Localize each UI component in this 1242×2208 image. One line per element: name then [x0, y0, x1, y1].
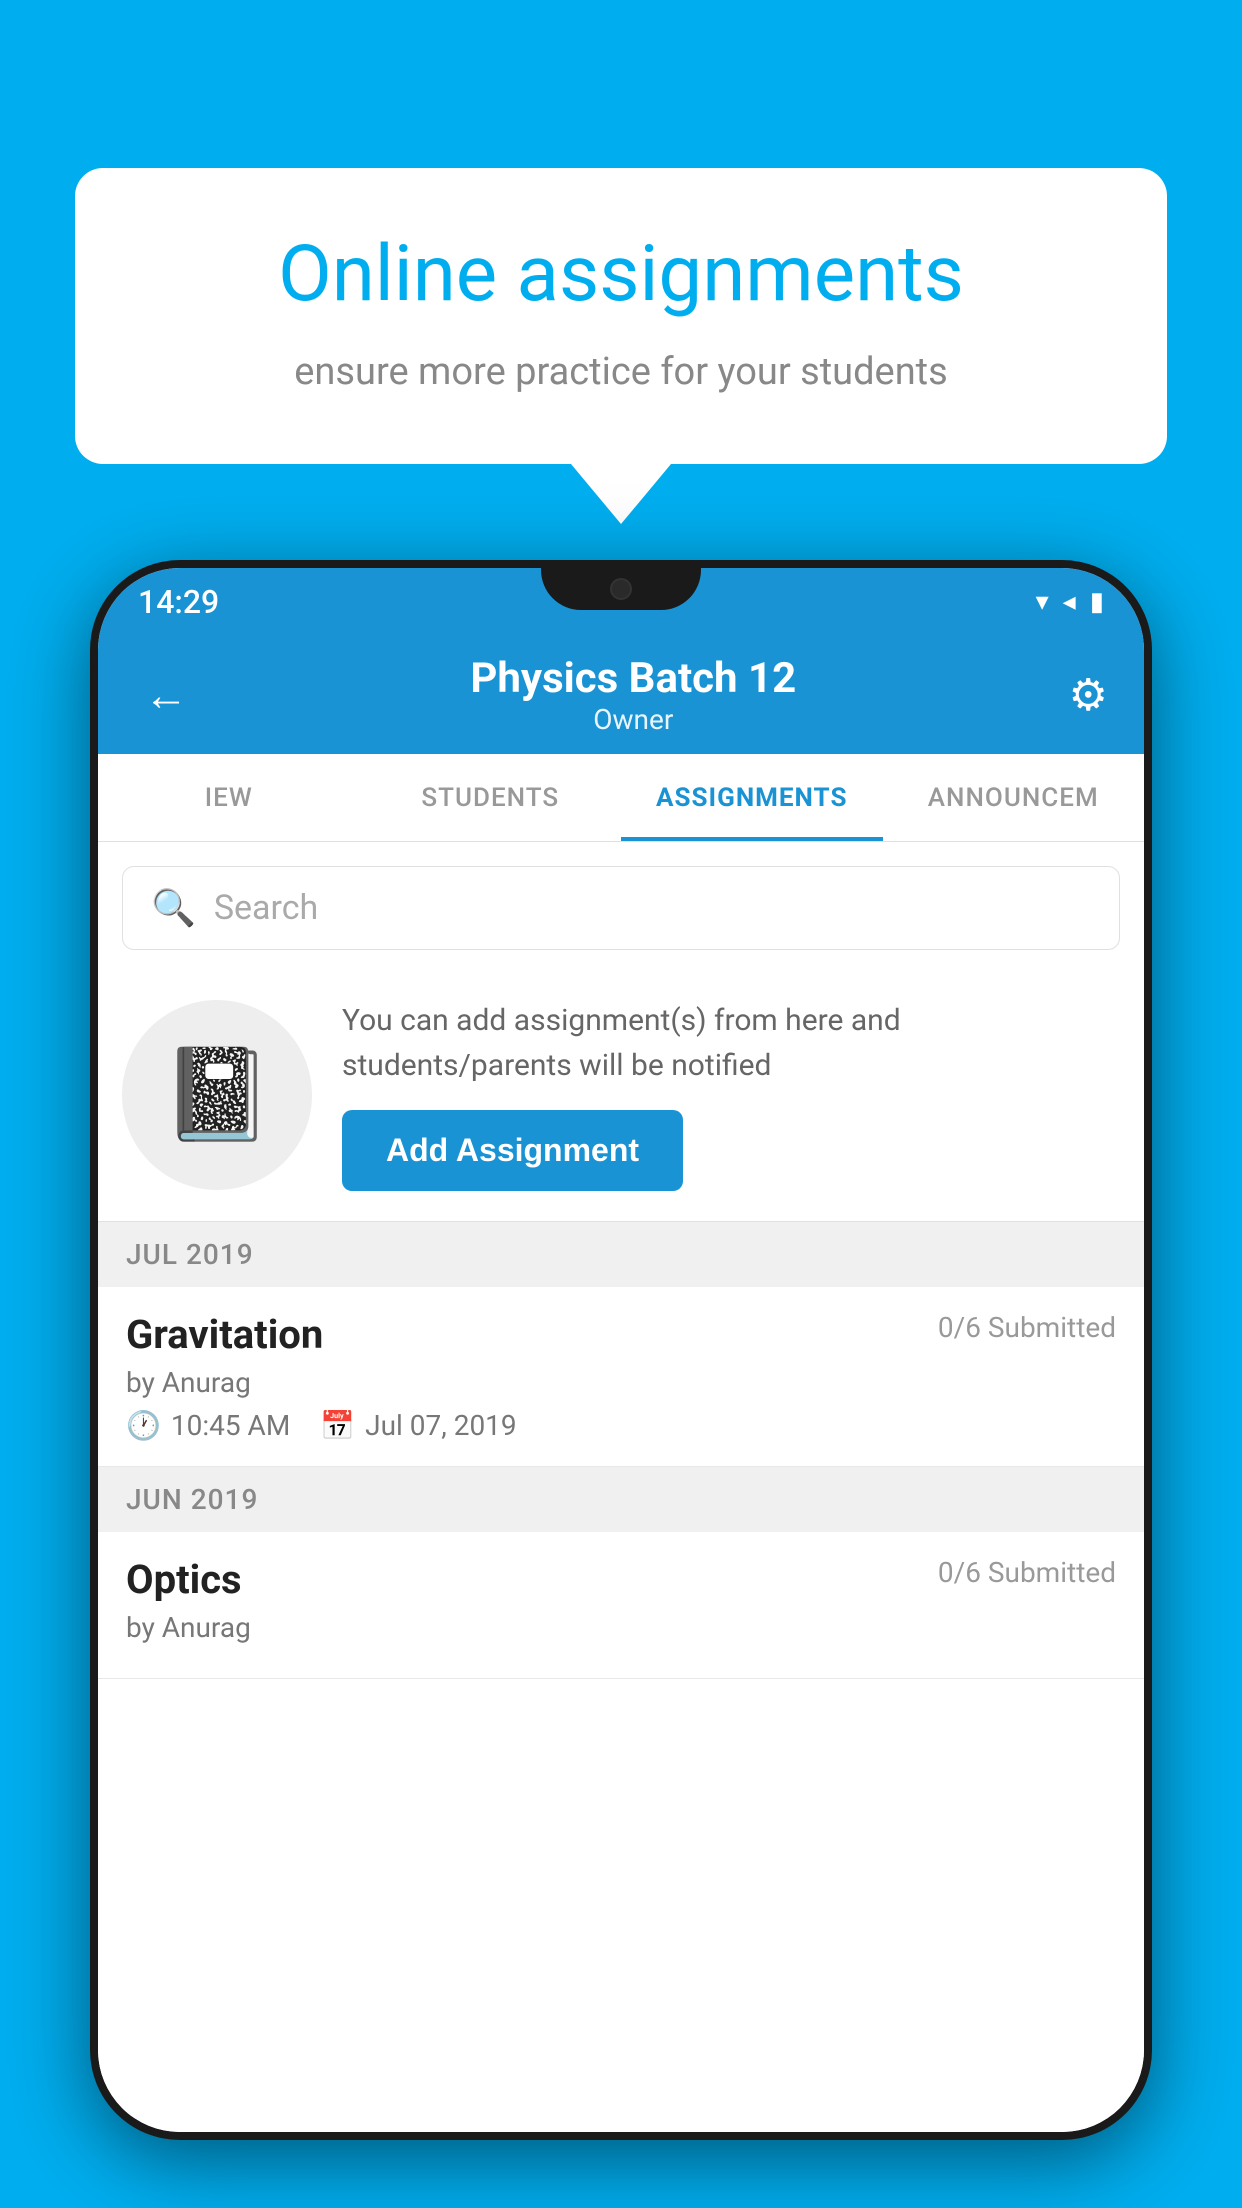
assignment-time: 🕐 10:45 AM — [126, 1409, 290, 1442]
assignment-submitted: 0/6 Submitted — [938, 1311, 1116, 1344]
status-bar: 14:29 ▾ ◂ ▮ — [98, 568, 1144, 636]
clock-icon: 🕐 — [126, 1409, 161, 1442]
search-bar[interactable]: 🔍 Search — [122, 866, 1120, 950]
tab-assignments[interactable]: ASSIGNMENTS — [621, 754, 883, 841]
assignment-top: Gravitation 0/6 Submitted — [126, 1311, 1116, 1358]
assignment-item-gravitation[interactable]: Gravitation 0/6 Submitted by Anurag 🕐 10… — [98, 1287, 1144, 1467]
promo-description: You can add assignment(s) from here and … — [342, 998, 1120, 1088]
app-header: ← Physics Batch 12 Owner ⚙ — [98, 636, 1144, 754]
assignment-by: by Anurag — [126, 1366, 1116, 1399]
status-time: 14:29 — [138, 583, 219, 621]
calendar-icon: 📅 — [320, 1409, 355, 1442]
settings-button[interactable]: ⚙ — [1069, 669, 1108, 721]
assignment-submitted-optics: 0/6 Submitted — [938, 1556, 1116, 1589]
tab-students[interactable]: STUDENTS — [360, 754, 622, 841]
search-icon: 🔍 — [151, 887, 196, 929]
assignment-name: Gravitation — [126, 1311, 323, 1358]
assignment-date: 📅 Jul 07, 2019 — [320, 1409, 516, 1442]
batch-title: Physics Batch 12 — [470, 654, 796, 703]
back-button[interactable]: ← — [134, 659, 198, 731]
battery-icon: ▮ — [1090, 587, 1104, 617]
header-center: Physics Batch 12 Owner — [470, 654, 796, 736]
batch-owner-label: Owner — [470, 703, 796, 736]
signal-icon: ◂ — [1063, 587, 1076, 617]
phone-device: 14:29 ▾ ◂ ▮ ← Physics Batch 12 Owner ⚙ — [90, 560, 1152, 2140]
assignment-top-optics: Optics 0/6 Submitted — [126, 1556, 1116, 1603]
assignment-meta: 🕐 10:45 AM 📅 Jul 07, 2019 — [126, 1409, 1116, 1442]
assignment-item-optics[interactable]: Optics 0/6 Submitted by Anurag — [98, 1532, 1144, 1679]
speech-bubble: Online assignments ensure more practice … — [75, 168, 1167, 464]
notebook-icon: 📓 — [161, 1042, 273, 1147]
search-placeholder: Search — [214, 888, 318, 928]
speech-bubble-subtitle: ensure more practice for your students — [155, 350, 1087, 394]
tab-announcements[interactable]: ANNOUNCEM — [883, 754, 1145, 841]
wifi-icon: ▾ — [1036, 587, 1049, 617]
section-header-jun: JUN 2019 — [98, 1467, 1144, 1532]
phone-container: 14:29 ▾ ◂ ▮ ← Physics Batch 12 Owner ⚙ — [90, 560, 1152, 2208]
tab-iew[interactable]: IEW — [98, 754, 360, 841]
section-header-jul: JUL 2019 — [98, 1222, 1144, 1287]
tabs-bar: IEW STUDENTS ASSIGNMENTS ANNOUNCEM — [98, 754, 1144, 842]
speech-bubble-title: Online assignments — [155, 228, 1087, 322]
promo-icon-circle: 📓 — [122, 1000, 312, 1190]
content-area: 🔍 Search 📓 You can add assignment(s) fro… — [98, 842, 1144, 2132]
promo-block: 📓 You can add assignment(s) from here an… — [98, 974, 1144, 1222]
promo-text-area: You can add assignment(s) from here and … — [342, 998, 1120, 1191]
assignment-name-optics: Optics — [126, 1556, 242, 1603]
speech-bubble-container: Online assignments ensure more practice … — [75, 168, 1167, 524]
phone-notch — [541, 568, 701, 610]
camera-icon — [610, 578, 632, 600]
status-icons: ▾ ◂ ▮ — [1036, 587, 1104, 617]
speech-bubble-pointer — [571, 464, 671, 524]
phone-screen: 14:29 ▾ ◂ ▮ ← Physics Batch 12 Owner ⚙ — [98, 568, 1144, 2132]
add-assignment-button[interactable]: Add Assignment — [342, 1110, 683, 1191]
assignment-by-optics: by Anurag — [126, 1611, 1116, 1644]
